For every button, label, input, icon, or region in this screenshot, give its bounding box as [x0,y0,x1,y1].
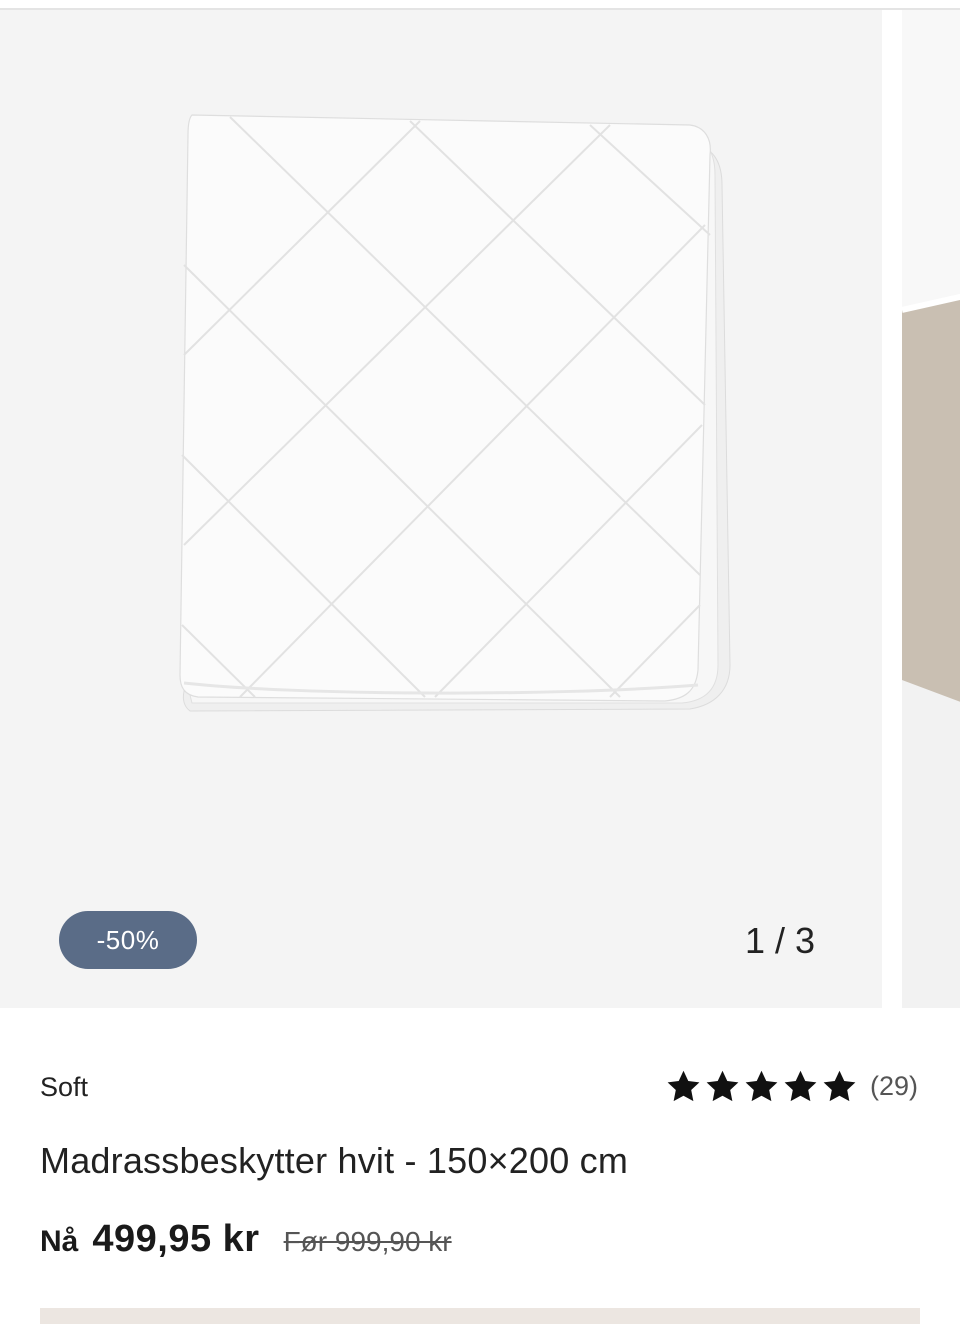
price-row: Nå 499,95 kr Før 999,90 kr [40,1218,452,1261]
next-slide-preview-image [902,10,960,1008]
previous-price: Før 999,90 kr [283,1226,452,1257]
rating-stars [665,1068,858,1105]
price-prefix: Nå [40,1225,79,1258]
product-image-slide-next[interactable] [902,10,960,1008]
product-image-slide-current[interactable]: -50% 1 / 3 [0,10,882,1008]
slide-counter: 1 / 3 [744,920,816,961]
star-filled-icon [784,1070,817,1102]
product-image-carousel[interactable]: -50% 1 / 3 [0,10,960,1008]
star-filled-icon [745,1070,778,1102]
star-filled-icon [706,1070,739,1102]
star-filled-icon [823,1070,856,1102]
discount-badge: -50% [59,911,197,969]
product-brand[interactable]: Soft [40,1072,88,1103]
product-rating[interactable]: (29) [665,1068,918,1105]
product-title: Madrassbeskytter hvit - 150×200 cm [40,1140,629,1181]
review-count[interactable]: (29) [870,1071,918,1102]
bottom-panel [40,1308,920,1324]
current-price: 499,95 kr [92,1218,260,1260]
product-image [179,114,731,712]
star-filled-icon [667,1070,700,1102]
